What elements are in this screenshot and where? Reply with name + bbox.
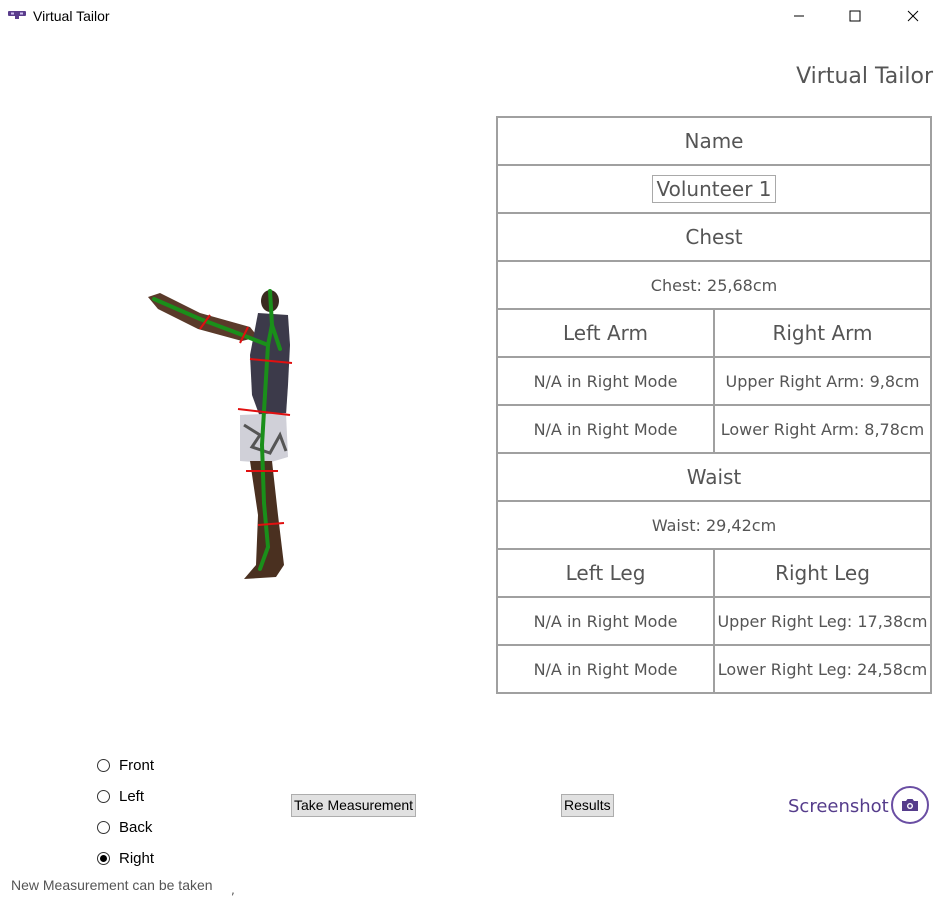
window-title: Virtual Tailor — [33, 8, 110, 24]
maximize-button[interactable] — [832, 0, 878, 32]
radio-left-circle[interactable] — [97, 790, 110, 803]
take-measurement-button[interactable]: Take Measurement — [291, 794, 417, 817]
name-header: Name — [496, 116, 932, 166]
right-leg-upper-value: Upper Right Leg: 17,38cm — [713, 596, 932, 646]
close-icon — [907, 10, 919, 22]
camera-icon — [902, 799, 918, 811]
right-arm-upper-value: Upper Right Arm: 9,8cm — [713, 356, 932, 406]
left-leg-upper-value: N/A in Right Mode — [496, 596, 715, 646]
radio-front-label[interactable]: Front — [119, 757, 154, 774]
measurement-table: Name Volunteer 1 Chest Chest: 25,68cm Le… — [496, 116, 932, 694]
radio-front-circle[interactable] — [97, 759, 110, 772]
minimize-icon — [794, 15, 804, 17]
radio-right-circle[interactable] — [97, 852, 110, 865]
left-arm-lower-value: N/A in Right Mode — [496, 404, 715, 454]
screenshot-label[interactable]: Screenshot — [788, 796, 889, 817]
results-button[interactable]: Results — [561, 794, 614, 817]
waist-value: Waist: 29,42cm — [496, 500, 932, 550]
left-leg-lower-value: N/A in Right Mode — [496, 644, 715, 694]
radio-left[interactable]: Left — [97, 781, 154, 812]
right-arm-header: Right Arm — [713, 308, 932, 358]
radio-back-label[interactable]: Back — [119, 819, 152, 836]
right-arm-lower-value: Lower Right Arm: 8,78cm — [713, 404, 932, 454]
radio-right[interactable]: Right — [97, 843, 154, 874]
title-bar: Virtual Tailor — [0, 0, 940, 32]
waist-header: Waist — [496, 452, 932, 502]
header-title: Virtual Tailor — [796, 64, 933, 89]
screenshot-button[interactable] — [891, 786, 929, 824]
left-arm-upper-value: N/A in Right Mode — [496, 356, 715, 406]
close-button[interactable] — [890, 0, 936, 32]
radio-left-label[interactable]: Left — [119, 788, 144, 805]
radio-front[interactable]: Front — [97, 750, 154, 781]
chest-value: Chest: 25,68cm — [496, 260, 932, 310]
left-arm-header: Left Arm — [496, 308, 715, 358]
name-input[interactable]: Volunteer 1 — [652, 175, 776, 203]
radio-right-label[interactable]: Right — [119, 850, 154, 867]
radio-back[interactable]: Back — [97, 812, 154, 843]
body-skeleton-view — [148, 289, 293, 579]
kinect-icon — [8, 11, 26, 19]
name-cell: Volunteer 1 — [496, 164, 932, 214]
status-message: New Measurement can be taken — [11, 877, 213, 893]
maximize-icon — [849, 10, 861, 22]
mode-radio-group: Front Left Back Right — [97, 750, 154, 874]
status-trailing: , — [231, 883, 235, 897]
radio-back-circle[interactable] — [97, 821, 110, 834]
minimize-button[interactable] — [776, 0, 822, 32]
left-leg-header: Left Leg — [496, 548, 715, 598]
right-leg-lower-value: Lower Right Leg: 24,58cm — [713, 644, 932, 694]
chest-header: Chest — [496, 212, 932, 262]
right-leg-header: Right Leg — [713, 548, 932, 598]
